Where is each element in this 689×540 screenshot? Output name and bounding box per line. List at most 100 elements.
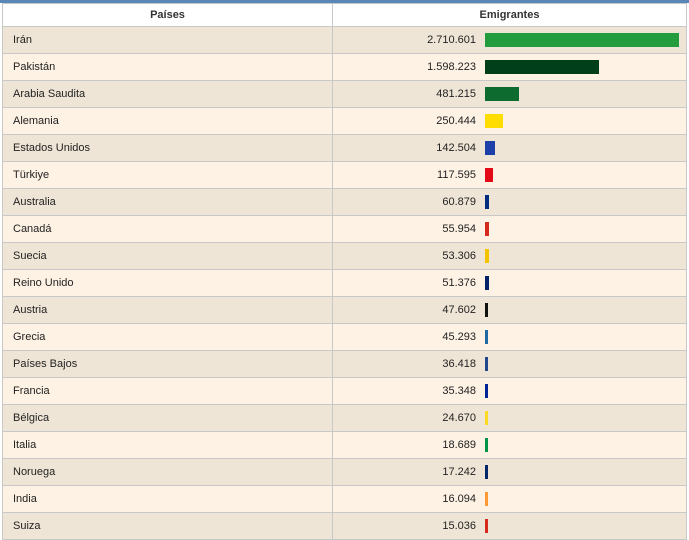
emigrants-cell: 35.348 <box>332 377 687 405</box>
table-row: Suecia 53.306 <box>2 242 687 270</box>
emigrants-value: 55.954 <box>442 223 476 235</box>
emigrants-bar <box>485 492 488 506</box>
emigrants-bar <box>485 330 489 344</box>
emigrants-value: 117.595 <box>437 169 476 181</box>
country-name: Estados Unidos <box>2 134 333 162</box>
emigrants-bar <box>485 195 490 209</box>
emigrants-bar <box>485 141 496 155</box>
emigrants-value: 15.036 <box>442 520 476 532</box>
country-name: Austria <box>2 296 333 324</box>
table-row: Italia 18.689 <box>2 431 687 459</box>
emigrants-bar <box>485 303 489 317</box>
table-row: Türkiye 117.595 <box>2 161 687 189</box>
country-name: Bélgica <box>2 404 333 432</box>
table-row: Reino Unido 51.376 <box>2 269 687 297</box>
table-row: Países Bajos 36.418 <box>2 350 687 378</box>
table-row: Canadá 55.954 <box>2 215 687 243</box>
emigrants-value: 45.293 <box>442 331 476 343</box>
emigrants-bar <box>485 465 488 479</box>
emigrants-bar <box>485 87 520 101</box>
table-row: India 16.094 <box>2 485 687 513</box>
country-name: Arabia Saudita <box>2 80 333 108</box>
emigrants-bar <box>485 33 679 47</box>
table-row: Grecia 45.293 <box>2 323 687 351</box>
country-name: Canadá <box>2 215 333 243</box>
country-name: Reino Unido <box>2 269 333 297</box>
emigrants-value: 250.444 <box>436 115 476 127</box>
emigrants-cell: 53.306 <box>332 242 687 270</box>
country-name: Pakistán <box>2 53 333 81</box>
emigrants-cell: 51.376 <box>332 269 687 297</box>
table-row: Bélgica 24.670 <box>2 404 687 432</box>
emigrants-bar <box>485 411 488 425</box>
country-name: Alemania <box>2 107 333 135</box>
table-row: Austria 47.602 <box>2 296 687 324</box>
emigrants-bar <box>485 519 488 533</box>
emigrants-value: 24.670 <box>442 412 476 424</box>
emigrants-cell: 24.670 <box>332 404 687 432</box>
country-name: Australia <box>2 188 333 216</box>
emigrants-cell: 481.215 <box>332 80 687 108</box>
emigrants-value: 18.689 <box>442 439 476 451</box>
emigrants-cell: 142.504 <box>332 134 687 162</box>
table-row: Australia 60.879 <box>2 188 687 216</box>
emigrants-bar <box>485 357 488 371</box>
country-name: Francia <box>2 377 333 405</box>
emigrants-value: 2.710.601 <box>427 34 476 46</box>
table-row: Francia 35.348 <box>2 377 687 405</box>
emigrants-value: 53.306 <box>442 250 476 262</box>
emigrants-cell: 1.598.223 <box>332 53 687 81</box>
table-body: Irán 2.710.601 Pakistán 1.598.223 Arabia Sau… <box>2 26 687 540</box>
country-name: Türkiye <box>2 161 333 189</box>
emigrants-cell: 36.418 <box>332 350 687 378</box>
emigrants-cell: 15.036 <box>332 512 687 540</box>
emigrants-bar <box>485 114 503 128</box>
country-name: Países Bajos <box>2 350 333 378</box>
emigrants-bar <box>485 276 489 290</box>
header-countries[interactable]: Países <box>2 3 333 27</box>
emigrants-value: 142.504 <box>436 142 476 154</box>
emigrants-cell: 16.094 <box>332 485 687 513</box>
table-row: Pakistán 1.598.223 <box>2 53 687 81</box>
emigrants-cell: 45.293 <box>332 323 687 351</box>
emigrants-table: Países Emigrantes Irán 2.710.601 Pakistán 1… <box>2 3 687 540</box>
emigrants-cell: 117.595 <box>332 161 687 189</box>
emigrants-value: 51.376 <box>442 277 476 289</box>
emigrants-value: 16.094 <box>442 493 476 505</box>
emigrants-value: 1.598.223 <box>427 61 476 73</box>
emigrants-bar <box>485 222 489 236</box>
emigrants-value: 35.348 <box>442 385 476 397</box>
country-name: India <box>2 485 333 513</box>
emigrants-cell: 18.689 <box>332 431 687 459</box>
country-name: Irán <box>2 26 333 54</box>
table-row: Suiza 15.036 <box>2 512 687 540</box>
emigrants-bar <box>485 438 488 452</box>
emigrants-bar <box>485 168 494 182</box>
emigrants-cell: 2.710.601 <box>332 26 687 54</box>
header-emigrants[interactable]: Emigrantes <box>332 3 687 27</box>
emigrants-value: 17.242 <box>442 466 476 478</box>
emigrants-value: 36.418 <box>442 358 476 370</box>
emigrants-table-container: Países Emigrantes Irán 2.710.601 Pakistán 1… <box>0 0 689 540</box>
table-row: Alemania 250.444 <box>2 107 687 135</box>
emigrants-bar <box>485 60 600 74</box>
emigrants-value: 60.879 <box>442 196 476 208</box>
emigrants-value: 47.602 <box>442 304 476 316</box>
country-name: Suecia <box>2 242 333 270</box>
country-name: Suiza <box>2 512 333 540</box>
country-name: Noruega <box>2 458 333 486</box>
emigrants-cell: 17.242 <box>332 458 687 486</box>
emigrants-value: 481.215 <box>436 88 476 100</box>
emigrants-bar <box>485 249 489 263</box>
table-header-row: Países Emigrantes <box>2 3 687 27</box>
emigrants-cell: 55.954 <box>332 215 687 243</box>
country-name: Italia <box>2 431 333 459</box>
table-row: Irán 2.710.601 <box>2 26 687 54</box>
table-row: Arabia Saudita 481.215 <box>2 80 687 108</box>
emigrants-cell: 250.444 <box>332 107 687 135</box>
table-row: Estados Unidos 142.504 <box>2 134 687 162</box>
country-name: Grecia <box>2 323 333 351</box>
emigrants-cell: 47.602 <box>332 296 687 324</box>
emigrants-bar <box>485 384 488 398</box>
emigrants-cell: 60.879 <box>332 188 687 216</box>
